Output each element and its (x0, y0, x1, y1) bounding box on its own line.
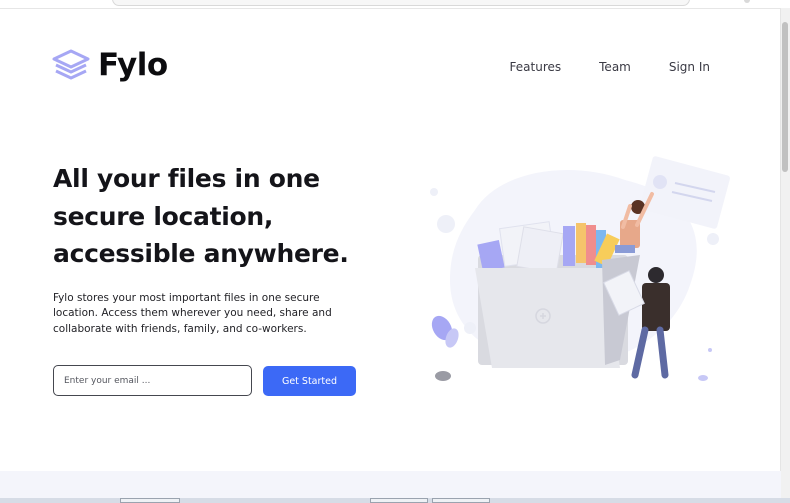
brand-name: Fylo (98, 47, 168, 83)
brand-logo[interactable]: Fylo (52, 47, 168, 83)
taskbar-item[interactable] (120, 498, 180, 503)
get-started-button[interactable]: Get Started (263, 366, 356, 396)
nav-link-features[interactable]: Features (510, 60, 562, 74)
main-nav: Features Team Sign In (510, 60, 710, 74)
browser-menu-icon[interactable] (744, 0, 750, 3)
hero-title: All your files in one secure location, a… (53, 164, 349, 268)
people-with-files-illustration (430, 156, 730, 381)
scrollbar-thumb[interactable] (782, 22, 788, 172)
email-input[interactable] (53, 365, 252, 396)
layered-stack-icon (52, 49, 90, 80)
nav-link-sign-in[interactable]: Sign In (669, 60, 710, 74)
taskbar-item[interactable] (432, 498, 490, 503)
page-scrollbar[interactable] (780, 8, 790, 503)
folder-front (475, 255, 640, 368)
taskbar-item[interactable] (370, 498, 428, 503)
address-bar[interactable] (112, 0, 690, 6)
browser-chrome-top (0, 0, 790, 9)
os-taskbar (0, 498, 790, 503)
hero-description: Fylo stores your most important files in… (53, 292, 332, 335)
nav-link-team[interactable]: Team (599, 60, 631, 74)
